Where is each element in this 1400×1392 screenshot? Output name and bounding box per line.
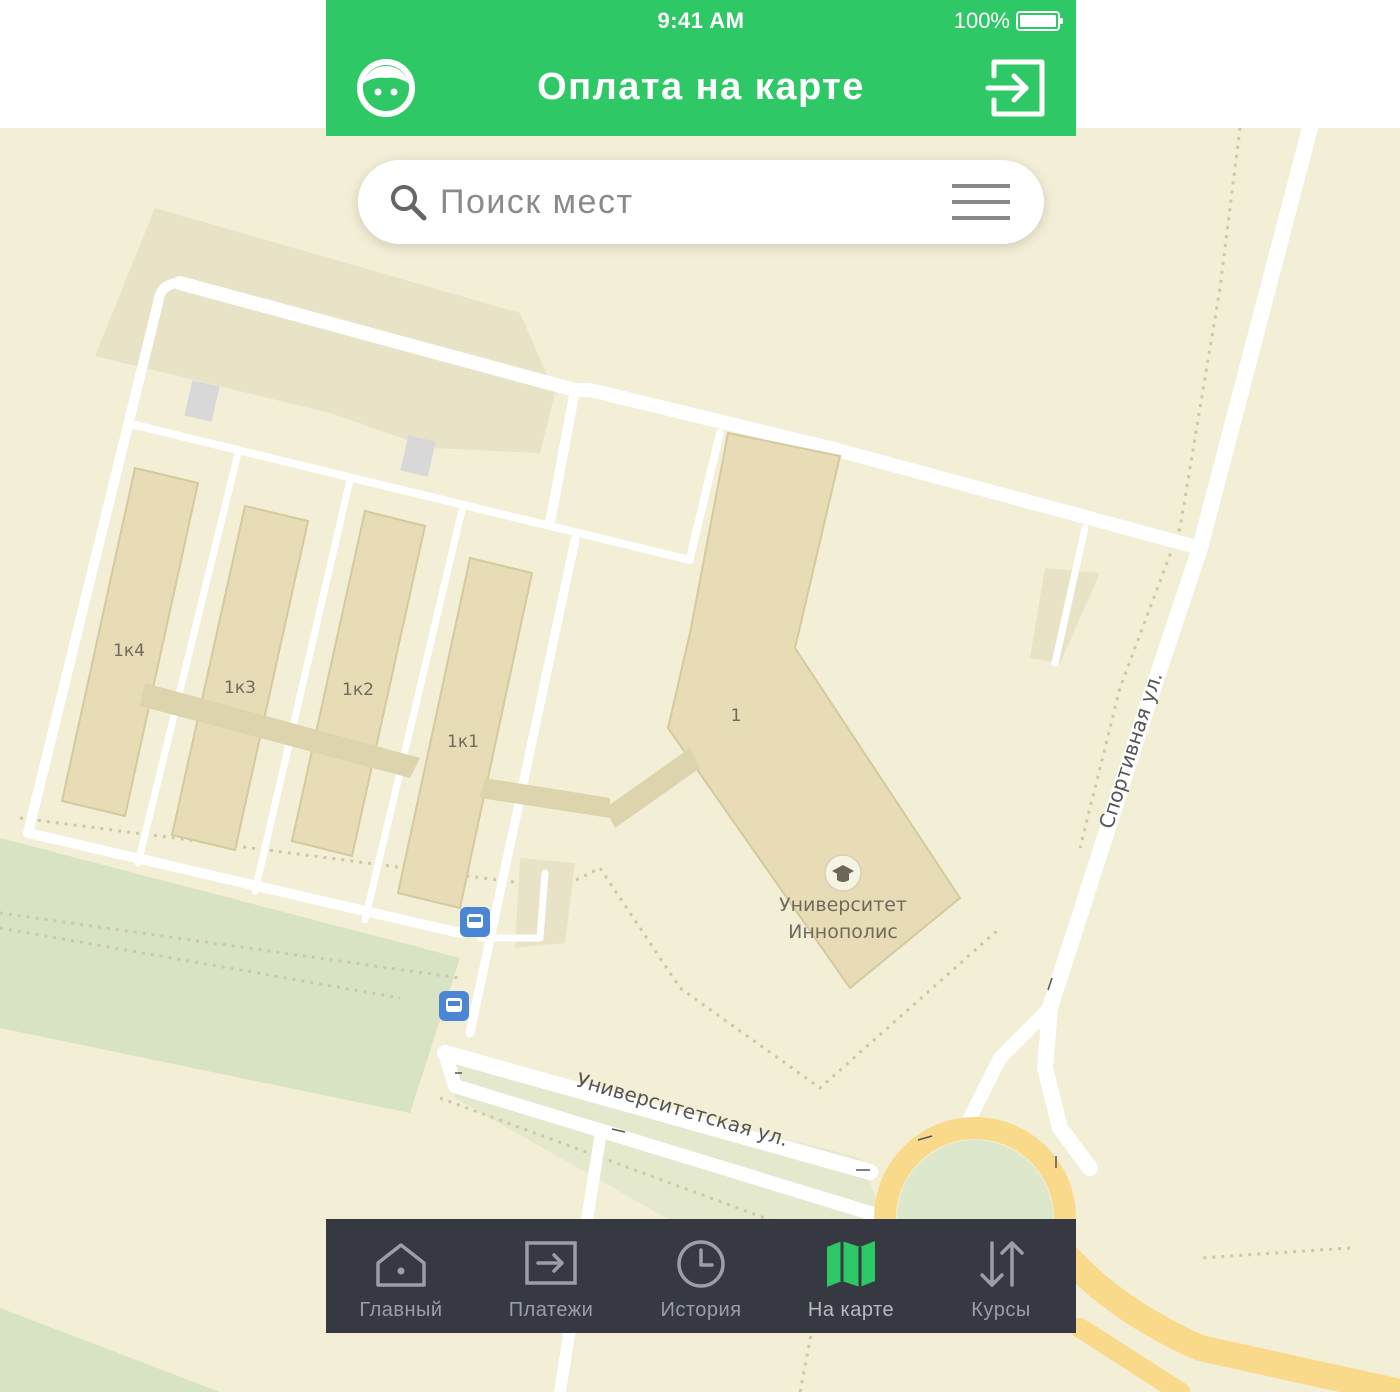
hamburger-menu-icon[interactable] (952, 182, 1010, 222)
logout-button[interactable] (984, 56, 1048, 120)
home-icon (376, 1243, 426, 1287)
map-icon (827, 1241, 875, 1287)
search-bar (358, 160, 1044, 244)
poi-name-line1: Университет (779, 894, 907, 916)
map-view[interactable]: 1к4 1к3 1к2 1к1 1 Университет Иннополис … (0, 128, 1400, 1392)
map-canvas[interactable]: 1к4 1к3 1к2 1к1 1 Университет Иннополис … (0, 128, 1400, 1392)
tab-home[interactable]: Главный (326, 1219, 476, 1333)
tab-label: Платежи (508, 1299, 594, 1321)
app-header: 9:41 AM 100% Оплата на карте (326, 0, 1076, 136)
bus-stop-icon[interactable] (460, 907, 490, 937)
status-bar: 9:41 AM 100% (326, 0, 1076, 40)
building-label: 1к1 (447, 732, 479, 752)
payments-icon (525, 1241, 577, 1285)
building-label: 1к3 (224, 678, 256, 698)
battery-percent: 100% (953, 8, 1010, 33)
battery-icon (1016, 11, 1063, 31)
clock-icon (677, 1240, 725, 1288)
tab-rates[interactable]: Курсы (926, 1219, 1076, 1333)
building-label: 1 (731, 706, 742, 726)
tab-payments[interactable]: Платежи (476, 1219, 626, 1333)
tab-history[interactable]: История (626, 1219, 776, 1333)
nav-bar: Оплата на карте (326, 44, 1076, 136)
exchange-arrows-icon (980, 1241, 1024, 1287)
poi-name-line2: Иннополис (788, 921, 898, 943)
search-input[interactable] (440, 174, 920, 230)
tab-label: История (660, 1299, 742, 1321)
logout-icon (985, 59, 1045, 117)
building-label: 1к4 (113, 641, 145, 661)
page-title: Оплата на карте (537, 66, 865, 108)
tab-bar: Главный Платежи История На карте Курсы (326, 1219, 1076, 1333)
building-label: 1к2 (342, 680, 374, 700)
tab-label: Курсы (971, 1299, 1031, 1321)
tab-map[interactable]: На карте (776, 1219, 926, 1333)
bus-stop-icon[interactable] (439, 991, 469, 1021)
tab-label: Главный (359, 1299, 443, 1321)
tab-label: На карте (807, 1299, 895, 1321)
search-icon (391, 185, 427, 221)
